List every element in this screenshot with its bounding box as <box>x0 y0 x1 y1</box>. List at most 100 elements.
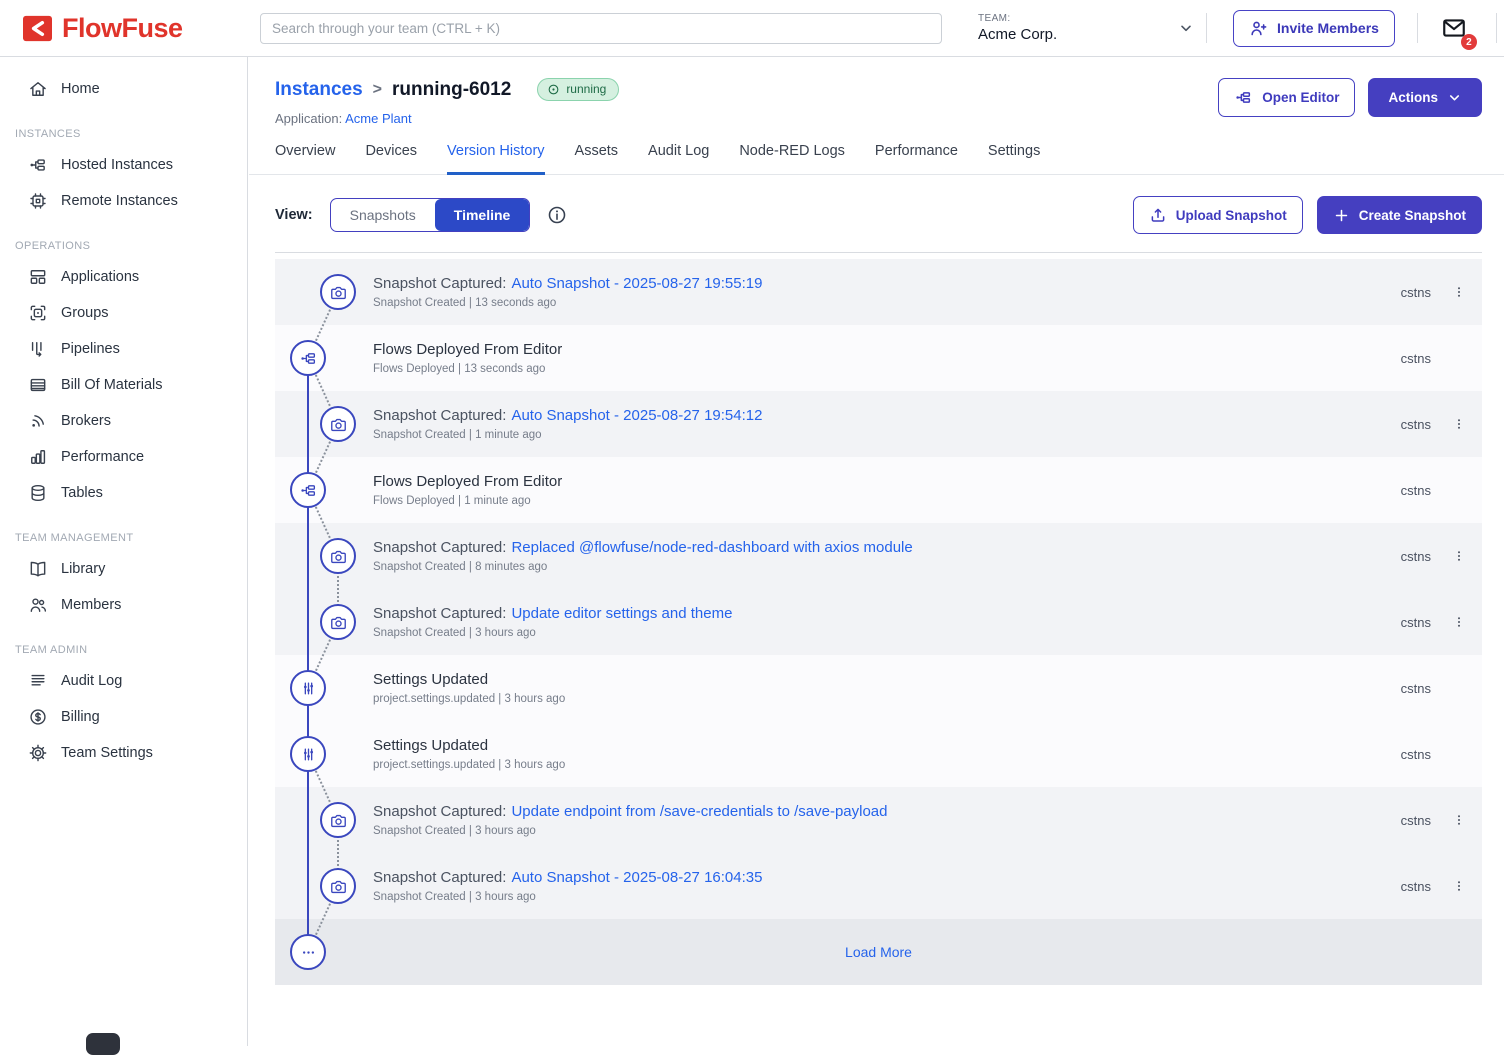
view-bar: View: Snapshots Timeline Upload Snapshot… <box>275 175 1482 253</box>
row-user: cstns <box>1401 483 1431 498</box>
sidebar-item-home[interactable]: Home <box>0 71 247 107</box>
sidebar-item-tables[interactable]: Tables <box>0 475 247 511</box>
timeline-row: Snapshot Captured: Auto Snapshot - 2025-0… <box>275 259 1482 325</box>
actions-label: Actions <box>1388 90 1438 105</box>
person-plus-icon <box>1249 19 1268 38</box>
snapshot-link[interactable]: Update endpoint from /save-credentials t… <box>511 803 887 820</box>
tab-audit-log[interactable]: Audit Log <box>648 143 709 175</box>
row-menu-button[interactable] <box>1452 810 1466 830</box>
sidebar-item-hosted-instances[interactable]: Hosted Instances <box>0 147 247 183</box>
application-link[interactable]: Acme Plant <box>345 111 411 126</box>
tables-icon <box>28 483 48 503</box>
row-menu-button[interactable] <box>1452 282 1466 302</box>
page-title: running-6012 <box>392 79 511 101</box>
applications-icon <box>28 267 48 287</box>
search-input[interactable] <box>260 13 942 44</box>
actions-button[interactable]: Actions <box>1368 78 1482 117</box>
plus-icon <box>1333 207 1350 224</box>
open-editor-label: Open Editor <box>1262 90 1339 105</box>
row-menu-button[interactable] <box>1452 414 1466 434</box>
tab-bar: Overview Devices Version History Assets Audi… <box>249 143 1504 175</box>
snapshot-link[interactable]: Update editor settings and theme <box>511 605 732 622</box>
sidebar-item-remote-instances[interactable]: Remote Instances <box>0 183 247 219</box>
sidebar-item-bill-of-materials[interactable]: Bill Of Materials <box>0 367 247 403</box>
sidebar-item-label: Remote Instances <box>61 193 178 209</box>
sidebar: Home INSTANCESHosted Instances Remote Inst… <box>0 57 248 1046</box>
row-meta: Flows Deployed | 1 minute ago <box>373 495 562 507</box>
audit-log-icon <box>28 671 48 691</box>
brand-logo[interactable]: FlowFuse <box>0 13 248 44</box>
sidebar-item-brokers[interactable]: Brokers <box>0 403 247 439</box>
chip-icon <box>28 191 48 211</box>
main-content: Instances > running-6012 running Applica… <box>249 57 1504 1046</box>
sidebar-item-team-settings[interactable]: Team Settings <box>0 735 247 771</box>
flowfuse-logo-icon <box>22 14 53 43</box>
tab-assets[interactable]: Assets <box>575 143 619 175</box>
row-title: Flows Deployed From Editor <box>373 341 562 358</box>
settings-icon <box>28 743 48 763</box>
tab-settings[interactable]: Settings <box>988 143 1040 175</box>
divider <box>1417 13 1418 43</box>
divider <box>1496 13 1497 43</box>
sidebar-item-groups[interactable]: Groups <box>0 295 247 331</box>
sidebar-item-label: Applications <box>61 269 139 285</box>
snapshot-link[interactable]: Replaced @flowfuse/node-red-dashboard wi… <box>511 539 912 556</box>
team-selector[interactable]: TEAM: Acme Corp. <box>978 13 1194 43</box>
snapshot-link[interactable]: Auto Snapshot - 2025-08-27 19:55:19 <box>511 275 762 292</box>
info-icon[interactable] <box>547 205 567 225</box>
view-option-timeline[interactable]: Timeline <box>435 199 530 231</box>
divider <box>1206 13 1207 43</box>
timeline-row: Snapshot Captured:Auto Snapshot - 2025-0… <box>275 391 1482 457</box>
sidebar-item-members[interactable]: Members <box>0 587 247 623</box>
sidebar-section-label: TEAM ADMIN <box>0 623 247 663</box>
create-snapshot-button[interactable]: Create Snapshot <box>1317 196 1482 234</box>
kebab-icon <box>1452 877 1466 895</box>
row-user: cstns <box>1401 615 1431 630</box>
tab-performance[interactable]: Performance <box>875 143 958 175</box>
timeline-row: Snapshot Captured:Replaced @flowfuse/nod… <box>275 523 1482 589</box>
sidebar-section-label: OPERATIONS <box>0 219 247 259</box>
row-menu-button[interactable] <box>1452 876 1466 896</box>
tab-devices[interactable]: Devices <box>365 143 417 175</box>
sidebar-item-pipelines[interactable]: Pipelines <box>0 331 247 367</box>
sidebar-item-label: Audit Log <box>61 673 122 689</box>
sidebar-item-applications[interactable]: Applications <box>0 259 247 295</box>
top-bar: FlowFuse TEAM: Acme Corp. Invite Members… <box>0 0 1504 57</box>
timeline-row: Flows Deployed From EditorFlows Deployed… <box>275 325 1482 391</box>
sidebar-item-performance[interactable]: Performance <box>0 439 247 475</box>
row-title-prefix: Snapshot Captured: <box>373 803 506 820</box>
row-title: Settings Updated <box>373 737 488 754</box>
row-title-prefix: Snapshot Captured: <box>373 275 506 292</box>
pipelines-icon <box>28 339 48 359</box>
breadcrumb: Instances > running-6012 running <box>275 78 619 101</box>
brokers-icon <box>28 411 48 431</box>
tab-node-red-logs[interactable]: Node-RED Logs <box>739 143 845 175</box>
notifications-button[interactable]: 2 <box>1440 15 1468 41</box>
load-more-link[interactable]: Load More <box>845 944 912 960</box>
tab-version-history[interactable]: Version History <box>447 143 545 175</box>
billing-icon <box>28 707 48 727</box>
row-menu-button[interactable] <box>1452 546 1466 566</box>
sidebar-item-billing[interactable]: Billing <box>0 699 247 735</box>
row-menu-button[interactable] <box>1452 612 1466 632</box>
upload-snapshot-button[interactable]: Upload Snapshot <box>1133 196 1303 234</box>
status-badge: running <box>537 78 619 101</box>
sidebar-item-library[interactable]: Library <box>0 551 247 587</box>
open-editor-button[interactable]: Open Editor <box>1218 78 1355 117</box>
sidebar-item-audit-log[interactable]: Audit Log <box>0 663 247 699</box>
sidebar-item-label: Home <box>61 81 100 97</box>
application-line: Application: Acme Plant <box>275 111 619 126</box>
snapshot-link[interactable]: Auto Snapshot - 2025-08-27 16:04:35 <box>511 869 762 886</box>
snapshot-link[interactable]: Auto Snapshot - 2025-08-27 19:54:12 <box>511 407 762 424</box>
view-option-snapshots[interactable]: Snapshots <box>331 199 435 231</box>
sidebar-item-label: Tables <box>61 485 103 501</box>
view-label: View: <box>275 207 313 223</box>
row-meta: project.settings.updated | 3 hours ago <box>373 759 565 771</box>
row-meta: project.settings.updated | 3 hours ago <box>373 693 565 705</box>
bill-of-materials-icon <box>28 375 48 395</box>
invite-members-button[interactable]: Invite Members <box>1233 10 1395 47</box>
sidebar-item-label: Brokers <box>61 413 111 429</box>
breadcrumb-instances-link[interactable]: Instances <box>275 79 363 101</box>
tab-overview[interactable]: Overview <box>275 143 335 175</box>
sidebar-section-label: INSTANCES <box>0 107 247 147</box>
